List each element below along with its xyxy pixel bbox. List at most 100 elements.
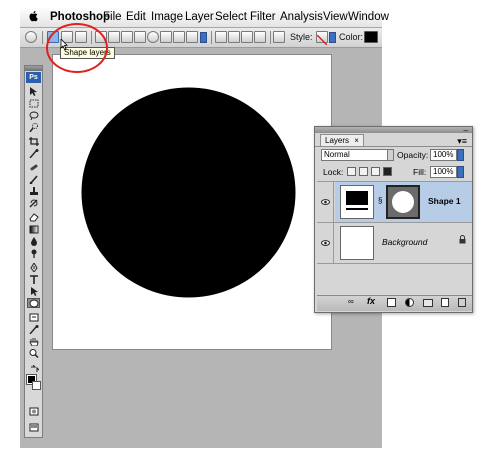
- opacity-label: Opacity:: [397, 150, 429, 160]
- photoshop-screen: Photoshop File Edit Image Layer Select F…: [0, 0, 500, 470]
- layer-row-shape-1[interactable]: § Shape 1: [335, 182, 472, 222]
- photoshop-logo: Ps: [26, 72, 41, 83]
- quick-mask-icon[interactable]: [27, 406, 40, 416]
- style-label: Style:: [290, 32, 313, 42]
- eyedropper-tool-icon[interactable]: [27, 148, 40, 158]
- fill-value: 100%: [433, 167, 454, 176]
- menu-view[interactable]: View: [323, 11, 348, 23]
- mouse-cursor-icon: [60, 39, 68, 50]
- link-style-icon[interactable]: [273, 31, 285, 43]
- notes-tool-icon[interactable]: [27, 312, 40, 322]
- hand-tool-icon[interactable]: [27, 336, 40, 346]
- fill-slider-button[interactable]: [457, 166, 464, 178]
- background-layer-name[interactable]: Background: [382, 237, 427, 247]
- collapse-icon[interactable]: –: [464, 126, 468, 135]
- lasso-tool-icon[interactable]: [27, 110, 40, 120]
- tools-panel-header[interactable]: [25, 66, 42, 71]
- lock-position-icon[interactable]: [371, 167, 380, 176]
- lock-pixels-icon[interactable]: [359, 167, 368, 176]
- opacity-slider-button[interactable]: [457, 149, 464, 161]
- screen-mode-icon[interactable]: [27, 422, 40, 432]
- tool-preset-picker[interactable]: [25, 31, 37, 43]
- line-option-icon[interactable]: [173, 31, 185, 43]
- menu-select[interactable]: Select: [215, 11, 247, 23]
- path-selection-icon[interactable]: [27, 286, 40, 296]
- link-icon: §: [378, 196, 383, 205]
- history-brush-icon[interactable]: [27, 198, 40, 208]
- type-tool-icon[interactable]: [27, 274, 40, 284]
- eyedropper-2-icon[interactable]: [27, 324, 40, 334]
- freeform-pen-option-icon[interactable]: [108, 31, 120, 43]
- blend-mode-arrow-icon[interactable]: [387, 149, 394, 161]
- blur-tool-icon[interactable]: [27, 236, 40, 246]
- document-canvas[interactable]: [52, 54, 332, 350]
- tools-panel: Ps: [24, 65, 43, 438]
- tab-close-icon[interactable]: ×: [354, 136, 359, 145]
- background-color-swatch[interactable]: [32, 381, 41, 390]
- lock-transparency-icon[interactable]: [347, 167, 356, 176]
- rectangle-option-icon[interactable]: [121, 31, 133, 43]
- zoom-tool-icon[interactable]: [27, 348, 40, 358]
- layer-style-icon[interactable]: fx: [367, 296, 375, 306]
- ellipse-option-icon[interactable]: [147, 31, 159, 43]
- color-swatch[interactable]: [364, 31, 378, 43]
- background-layer-visibility-icon[interactable]: [317, 223, 334, 263]
- style-dropdown[interactable]: [329, 32, 336, 43]
- menu-layer[interactable]: Layer: [185, 11, 214, 23]
- custom-shape-option-icon[interactable]: [186, 31, 198, 43]
- link-layers-icon[interactable]: ∞: [348, 297, 354, 306]
- healing-brush-icon[interactable]: [27, 162, 40, 172]
- menu-window[interactable]: Window: [348, 11, 389, 23]
- background-lock-icon: [459, 235, 466, 246]
- move-tool-icon[interactable]: [27, 86, 40, 96]
- menu-filter[interactable]: Filter: [250, 11, 276, 23]
- red-highlight-ellipse: [46, 23, 108, 73]
- new-layer-icon[interactable]: [441, 298, 449, 307]
- add-mask-icon[interactable]: [387, 298, 396, 307]
- shape-layer-mask-thumbnail[interactable]: [386, 185, 420, 219]
- eraser-tool-icon[interactable]: [27, 212, 40, 222]
- swap-colors-icon[interactable]: [27, 364, 40, 374]
- crop-tool-icon[interactable]: [27, 136, 40, 146]
- rounded-rectangle-option-icon[interactable]: [134, 31, 146, 43]
- menu-file[interactable]: File: [103, 11, 122, 23]
- quick-selection-icon[interactable]: [27, 122, 40, 132]
- combine-add-icon[interactable]: [215, 31, 227, 43]
- layers-panel-titlebar[interactable]: [315, 127, 472, 133]
- fill-field[interactable]: 100%: [430, 166, 457, 178]
- shape-layer-fill-thumbnail[interactable]: [340, 185, 374, 219]
- clone-stamp-icon[interactable]: [27, 186, 40, 196]
- new-group-icon[interactable]: [423, 299, 433, 307]
- menu-analysis[interactable]: Analysis: [280, 11, 323, 23]
- menu-image[interactable]: Image: [151, 11, 183, 23]
- combine-intersect-icon[interactable]: [241, 31, 253, 43]
- apple-icon[interactable]: [29, 10, 39, 25]
- lock-label: Lock:: [323, 167, 344, 177]
- lock-all-icon[interactable]: [383, 167, 392, 176]
- shape-layer-name[interactable]: Shape 1: [428, 196, 461, 206]
- adjustment-layer-icon[interactable]: [405, 298, 414, 307]
- opacity-field[interactable]: 100%: [430, 149, 457, 161]
- blend-mode-select[interactable]: Normal: [321, 149, 394, 161]
- menu-app-name[interactable]: Photoshop: [50, 11, 110, 23]
- gradient-tool-icon[interactable]: [27, 224, 40, 234]
- pen-tool-icon[interactable]: [27, 262, 40, 272]
- color-label: Color:: [339, 32, 364, 42]
- combine-subtract-icon[interactable]: [228, 31, 240, 43]
- background-layer-thumbnail[interactable]: [340, 226, 374, 260]
- layers-panel: – Layers × ▾≡ Normal Opacity: 100% Lock:…: [314, 126, 473, 313]
- ellipse-tool-icon[interactable]: [27, 298, 40, 308]
- shape-layer-visibility-icon[interactable]: [317, 182, 334, 222]
- style-swatch[interactable]: [316, 31, 328, 46]
- marquee-tool-icon[interactable]: [27, 98, 40, 108]
- brush-tool-icon[interactable]: [27, 174, 40, 184]
- combine-exclude-icon[interactable]: [254, 31, 266, 43]
- dodge-tool-icon[interactable]: [27, 248, 40, 258]
- fill-label: Fill:: [413, 167, 427, 177]
- black-circle-shape[interactable]: [81, 87, 296, 298]
- menu-edit[interactable]: Edit: [126, 11, 146, 23]
- polygon-option-icon[interactable]: [160, 31, 172, 43]
- geometry-options-dropdown[interactable]: [200, 32, 207, 43]
- layer-row-background[interactable]: Background: [335, 223, 472, 263]
- delete-layer-icon[interactable]: [458, 298, 466, 307]
